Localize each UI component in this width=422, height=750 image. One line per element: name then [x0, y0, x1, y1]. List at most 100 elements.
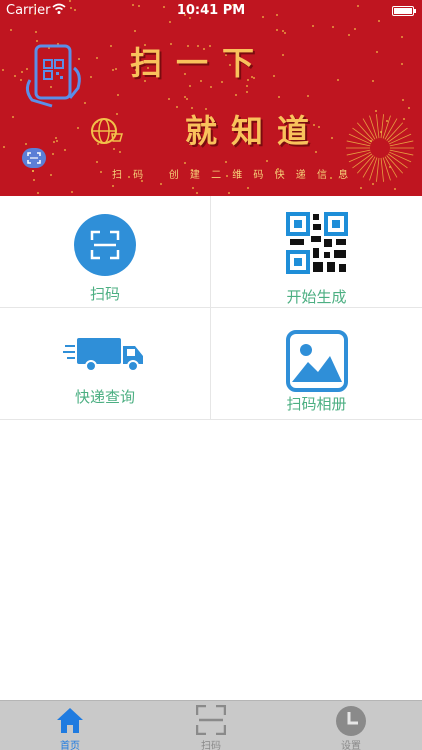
- sparkle-decoration: [77, 127, 79, 129]
- sparkle-decoration: [113, 148, 115, 150]
- menu-item-generate[interactable]: 开始生成: [211, 196, 422, 308]
- menu-item-label: 扫码相册: [286, 395, 347, 413]
- sparkle-decoration: [32, 170, 34, 172]
- sparkle-decoration: [115, 68, 117, 70]
- delivery-truck-icon: [63, 338, 143, 372]
- sparkle-decoration: [52, 153, 54, 155]
- sparkle-decoration: [247, 187, 249, 189]
- sparkle-decoration: [55, 137, 57, 139]
- sparkle-decoration: [117, 94, 119, 96]
- banner-title-line1: 扫一下: [130, 44, 269, 82]
- sparkle-decoration: [284, 32, 286, 34]
- firework-ray: [376, 157, 380, 182]
- battery-icon: [392, 6, 416, 16]
- tab-settings[interactable]: 设置: [311, 701, 391, 750]
- sparkle-decoration: [278, 96, 280, 98]
- sparkle-decoration: [276, 29, 278, 31]
- sparkle-decoration: [96, 161, 98, 163]
- sparkle-decoration: [2, 69, 4, 71]
- sparkle-decoration: [192, 187, 194, 189]
- sparkle-decoration: [189, 85, 191, 87]
- sparkle-decoration: [119, 151, 121, 153]
- menu-item-label: 快递查询: [74, 388, 135, 406]
- sparkle-decoration: [282, 54, 284, 56]
- menu-item-label: 扫码: [89, 285, 120, 303]
- tab-label: 扫码: [201, 741, 221, 750]
- status-time: 10:41 PM: [176, 3, 246, 18]
- tab-label: 设置: [341, 741, 361, 750]
- sparkle-decoration: [116, 113, 118, 115]
- firework-ray: [376, 114, 380, 139]
- sparkle-decoration: [394, 188, 396, 190]
- tab-home[interactable]: 首页: [30, 701, 110, 750]
- firework-ray: [380, 157, 384, 182]
- sparkle-decoration: [307, 95, 309, 97]
- sparkle-decoration: [246, 85, 248, 87]
- sparkle-decoration: [196, 192, 198, 194]
- firework-ray: [369, 115, 378, 139]
- menu-item-photo-scan[interactable]: 扫码相册: [211, 308, 422, 420]
- sparkle-decoration: [37, 192, 39, 194]
- sparkle-decoration: [14, 75, 16, 77]
- sparkle-decoration: [184, 96, 186, 98]
- sparkle-decoration: [168, 98, 170, 100]
- banner-title-line2: 就知道: [185, 112, 324, 150]
- sparkle-decoration: [71, 191, 73, 193]
- sparkle-decoration: [33, 179, 35, 181]
- phone-scan-illustration: [25, 44, 81, 108]
- tab-label: 首页: [60, 741, 80, 750]
- sparkle-decoration: [210, 86, 212, 88]
- sparkle-decoration: [184, 162, 186, 164]
- sparkle-decoration: [53, 141, 55, 143]
- sparkle-decoration: [354, 28, 356, 30]
- sparkle-decoration: [112, 69, 114, 71]
- home-icon: [57, 708, 83, 733]
- firework-ray: [369, 157, 378, 181]
- sparkle-decoration: [246, 91, 248, 93]
- sparkle-decoration: [35, 31, 37, 33]
- sparkle-decoration: [100, 171, 102, 173]
- scan-badge-icon: [22, 148, 46, 168]
- sparkle-decoration: [56, 140, 58, 142]
- firework-decoration: [346, 114, 414, 182]
- sparkle-decoration: [332, 26, 334, 28]
- header-banner: 扫一下 就知道 扫 码 创 建 二 维 码 快 递 信 息: [0, 0, 422, 196]
- sparkle-decoration: [376, 51, 378, 53]
- sparkle-decoration: [3, 146, 5, 148]
- tab-bar: 首页 扫码 设置: [0, 700, 422, 750]
- sparkle-decoration: [112, 185, 114, 187]
- sparkle-decoration: [64, 149, 66, 151]
- sparkle-decoration: [50, 174, 52, 176]
- firework-ray: [382, 157, 391, 181]
- photo-album-icon: [285, 330, 348, 392]
- sparkle-decoration: [312, 25, 314, 27]
- qr-code-icon: [285, 212, 348, 274]
- status-bar: Carrier 10:41 PM: [0, 0, 422, 22]
- sparkle-decoration: [228, 192, 230, 194]
- sparkle-decoration: [110, 45, 112, 47]
- sparkle-decoration: [225, 161, 227, 163]
- sparkle-decoration: [186, 98, 188, 100]
- menu-grid: 扫码 开始生成 快递查询 扫码相册: [0, 196, 422, 420]
- sparkle-decoration: [134, 30, 136, 32]
- sparkle-decoration: [160, 183, 162, 185]
- tab-scan[interactable]: 扫码: [171, 701, 251, 750]
- globe-cart-illustration: [91, 118, 123, 144]
- clock-icon: [336, 706, 366, 736]
- menu-item-scan[interactable]: 扫码: [0, 196, 211, 308]
- sparkle-decoration: [12, 116, 14, 118]
- scan-icon: [196, 705, 226, 735]
- menu-item-delivery[interactable]: 快递查询: [0, 308, 211, 420]
- sparkle-decoration: [372, 80, 374, 82]
- banner-subtitle: 扫 码 创 建 二 维 码 快 递 信 息: [112, 170, 353, 181]
- sparkle-decoration: [25, 143, 27, 145]
- menu-item-label: 开始生成: [286, 288, 347, 306]
- sparkle-decoration: [235, 94, 237, 96]
- sparkle-decoration: [348, 34, 350, 36]
- sparkle-decoration: [402, 99, 404, 101]
- sparkle-decoration: [273, 75, 275, 77]
- scan-icon: [74, 214, 136, 276]
- sparkle-decoration: [360, 187, 362, 189]
- sparkle-decoration: [176, 106, 178, 108]
- firework-ray: [380, 114, 384, 139]
